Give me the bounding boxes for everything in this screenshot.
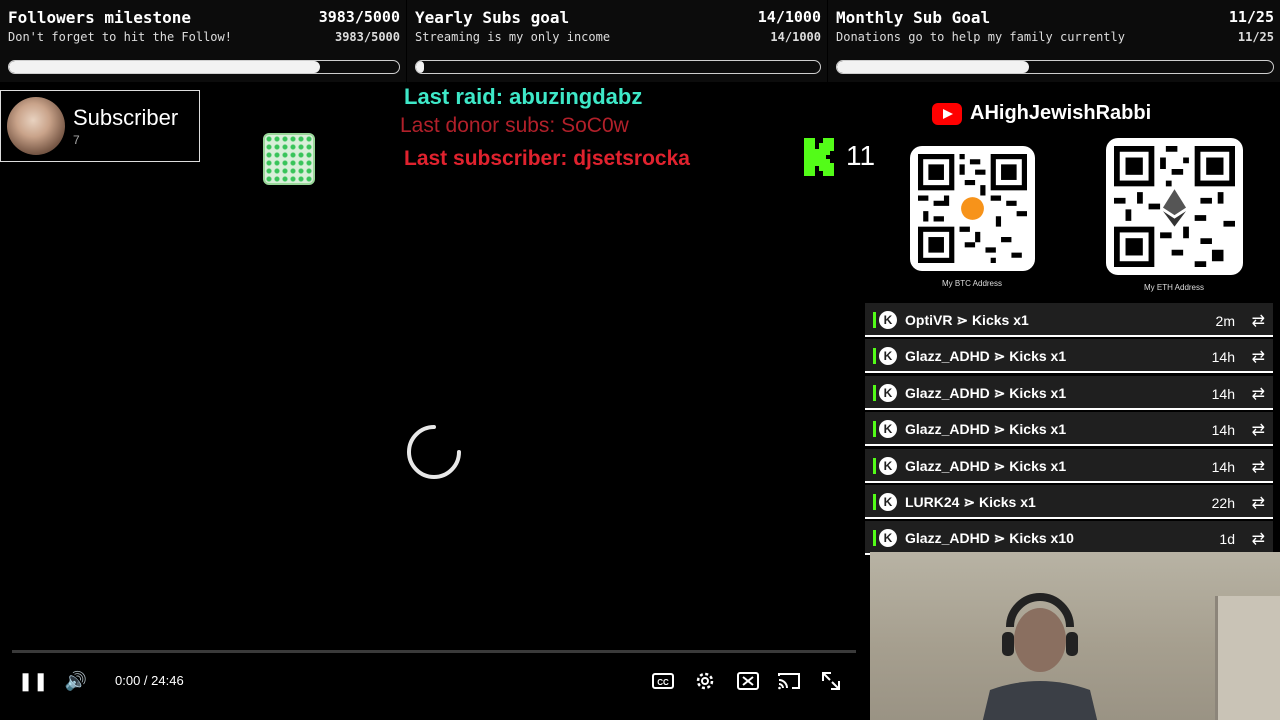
alert-stripe xyxy=(873,384,876,401)
goal-progress-bar xyxy=(415,60,821,74)
btc-qr-code xyxy=(910,146,1035,271)
list-item: K Glazz_ADHD ⋗ Kicks x1 14h ⇄ xyxy=(865,448,1273,483)
alert-stripe xyxy=(873,530,876,547)
list-item: K Glazz_ADHD ⋗ Kicks x1 14h ⇄ xyxy=(865,412,1273,447)
webcam-feed xyxy=(870,552,1280,720)
eth-qr-code xyxy=(1106,138,1243,275)
video-progress-bar[interactable] xyxy=(12,650,856,653)
replay-icon[interactable]: ⇄ xyxy=(1252,384,1265,404)
goal-subtitle: Streaming is my only income xyxy=(415,30,611,44)
list-item: K Glazz_ADHD ⋗ Kicks x10 1d ⇄ xyxy=(865,521,1273,556)
captions-button[interactable]: CC xyxy=(650,668,676,694)
goal-title: Followers milestone xyxy=(8,8,192,27)
alert-text: Glazz_ADHD ⋗ Kicks x1 xyxy=(905,421,1067,438)
goal-progress-fill xyxy=(837,61,1029,73)
kick-icon: K xyxy=(879,529,897,548)
replay-icon[interactable]: ⇄ xyxy=(1252,529,1265,549)
volume-button[interactable]: 🔊 xyxy=(63,668,89,694)
alert-text: Glazz_ADHD ⋗ Kicks x10 xyxy=(905,530,1074,547)
goal-subtitle: Don't forget to hit the Follow! xyxy=(8,30,232,44)
alert-stripe xyxy=(873,421,876,438)
alert-time: 14h xyxy=(1211,422,1235,439)
pause-button[interactable]: ❚❚ xyxy=(18,668,48,694)
youtube-channel[interactable]: AHighJewishRabbi xyxy=(932,102,1151,125)
svg-text:CC: CC xyxy=(657,678,669,687)
alert-stripe xyxy=(873,493,876,510)
goal-count-small: 3983/5000 xyxy=(334,30,400,44)
loading-spinner-icon xyxy=(407,425,461,479)
goal-progress-fill xyxy=(9,61,320,73)
alert-text: Glazz_ADHD ⋗ Kicks x1 xyxy=(905,384,1067,401)
goal-count-small: 11/25 xyxy=(1237,30,1274,44)
kick-logo-icon xyxy=(804,138,834,176)
tip-jar-icon xyxy=(263,133,315,185)
alert-time: 1d xyxy=(1219,531,1235,548)
goal-count: 11/25 xyxy=(1228,8,1274,26)
monthly-sub-goal-panel: Monthly Sub Goal 11/25 Donations go to h… xyxy=(828,0,1280,82)
alert-text: Glazz_ADHD ⋗ Kicks x1 xyxy=(905,457,1067,474)
list-item: K Glazz_ADHD ⋗ Kicks x1 14h ⇄ xyxy=(865,375,1273,410)
streamer-person xyxy=(982,593,1098,720)
goal-count: 14/1000 xyxy=(757,8,821,26)
alert-time: 14h xyxy=(1211,349,1235,366)
alert-stripe xyxy=(873,457,876,474)
kick-icon: K xyxy=(879,347,897,366)
btc-qr-caption: My BTC Address xyxy=(941,279,1002,288)
goal-subtitle: Donations go to help my family currently xyxy=(836,30,1125,44)
alert-time: 14h xyxy=(1211,385,1235,402)
goal-count: 3983/5000 xyxy=(318,8,400,26)
subscriber-count: 7 xyxy=(73,133,80,147)
kick-alerts-list: K OptiVR ⋗ Kicks x1 2m ⇄ K Glazz_ADHD ⋗ Kick… xyxy=(865,303,1273,558)
youtube-icon xyxy=(932,102,962,125)
subscriber-card: Subscriber 7 xyxy=(0,90,200,162)
channel-name: AHighJewishRabbi xyxy=(970,102,1152,124)
replay-icon[interactable]: ⇄ xyxy=(1252,420,1265,440)
replay-icon[interactable]: ⇄ xyxy=(1252,311,1265,331)
goal-title: Yearly Subs goal xyxy=(415,8,570,27)
replay-icon[interactable]: ⇄ xyxy=(1252,457,1265,477)
alert-time: 22h xyxy=(1211,494,1235,511)
goal-progress-fill xyxy=(416,61,425,73)
kick-icon: K xyxy=(879,383,897,402)
last-raid-text: Last raid: abuzingdabz xyxy=(404,84,643,109)
fullscreen-icon[interactable] xyxy=(818,668,844,694)
alert-stripe xyxy=(873,312,876,328)
alert-text: OptiVR ⋗ Kicks x1 xyxy=(905,312,1029,328)
qr-pattern xyxy=(918,154,1027,263)
followers-goal-panel: Followers milestone 3983/5000 Don't forg… xyxy=(0,0,406,82)
goal-progress-bar xyxy=(8,60,400,74)
kick-icon: K xyxy=(879,311,897,329)
goal-progress-bar xyxy=(836,60,1274,74)
eth-qr-caption: My ETH Address xyxy=(1143,283,1204,292)
alert-text: Glazz_ADHD ⋗ Kicks x1 xyxy=(905,348,1067,365)
avatar xyxy=(7,97,65,155)
video-time: 0:00 / 24:46 xyxy=(115,673,184,688)
list-item: K Glazz_ADHD ⋗ Kicks x1 14h ⇄ xyxy=(865,339,1273,374)
goal-title: Monthly Sub Goal xyxy=(836,8,991,27)
kick-icon: K xyxy=(879,456,897,475)
list-item: K LURK24 ⋗ Kicks x1 22h ⇄ xyxy=(865,484,1273,519)
miniplayer-button[interactable] xyxy=(735,668,761,694)
alert-time: 2m xyxy=(1215,313,1235,329)
goal-count-small: 14/1000 xyxy=(770,30,821,44)
kick-icon: K xyxy=(879,420,897,439)
last-subscriber-text: Last subscriber: djsetsrocka xyxy=(404,147,690,170)
kick-count: 11 xyxy=(846,140,876,171)
alert-stripe xyxy=(873,348,876,365)
kick-icon: K xyxy=(879,492,897,511)
qr-pattern xyxy=(1114,146,1235,267)
last-donor-text: Last donor subs: SoC0w xyxy=(400,114,629,137)
list-item: K OptiVR ⋗ Kicks x1 2m ⇄ xyxy=(865,303,1273,337)
settings-gear-icon[interactable] xyxy=(692,668,718,694)
subscriber-label: Subscriber xyxy=(73,105,179,130)
cast-icon[interactable] xyxy=(776,668,802,694)
alert-text: LURK24 ⋗ Kicks x1 xyxy=(905,493,1036,510)
replay-icon[interactable]: ⇄ xyxy=(1252,347,1265,367)
replay-icon[interactable]: ⇄ xyxy=(1252,493,1265,513)
yearly-subs-goal-panel: Yearly Subs goal 14/1000 Streaming is my… xyxy=(407,0,827,82)
background-door xyxy=(1215,596,1280,720)
alert-time: 14h xyxy=(1211,458,1235,475)
